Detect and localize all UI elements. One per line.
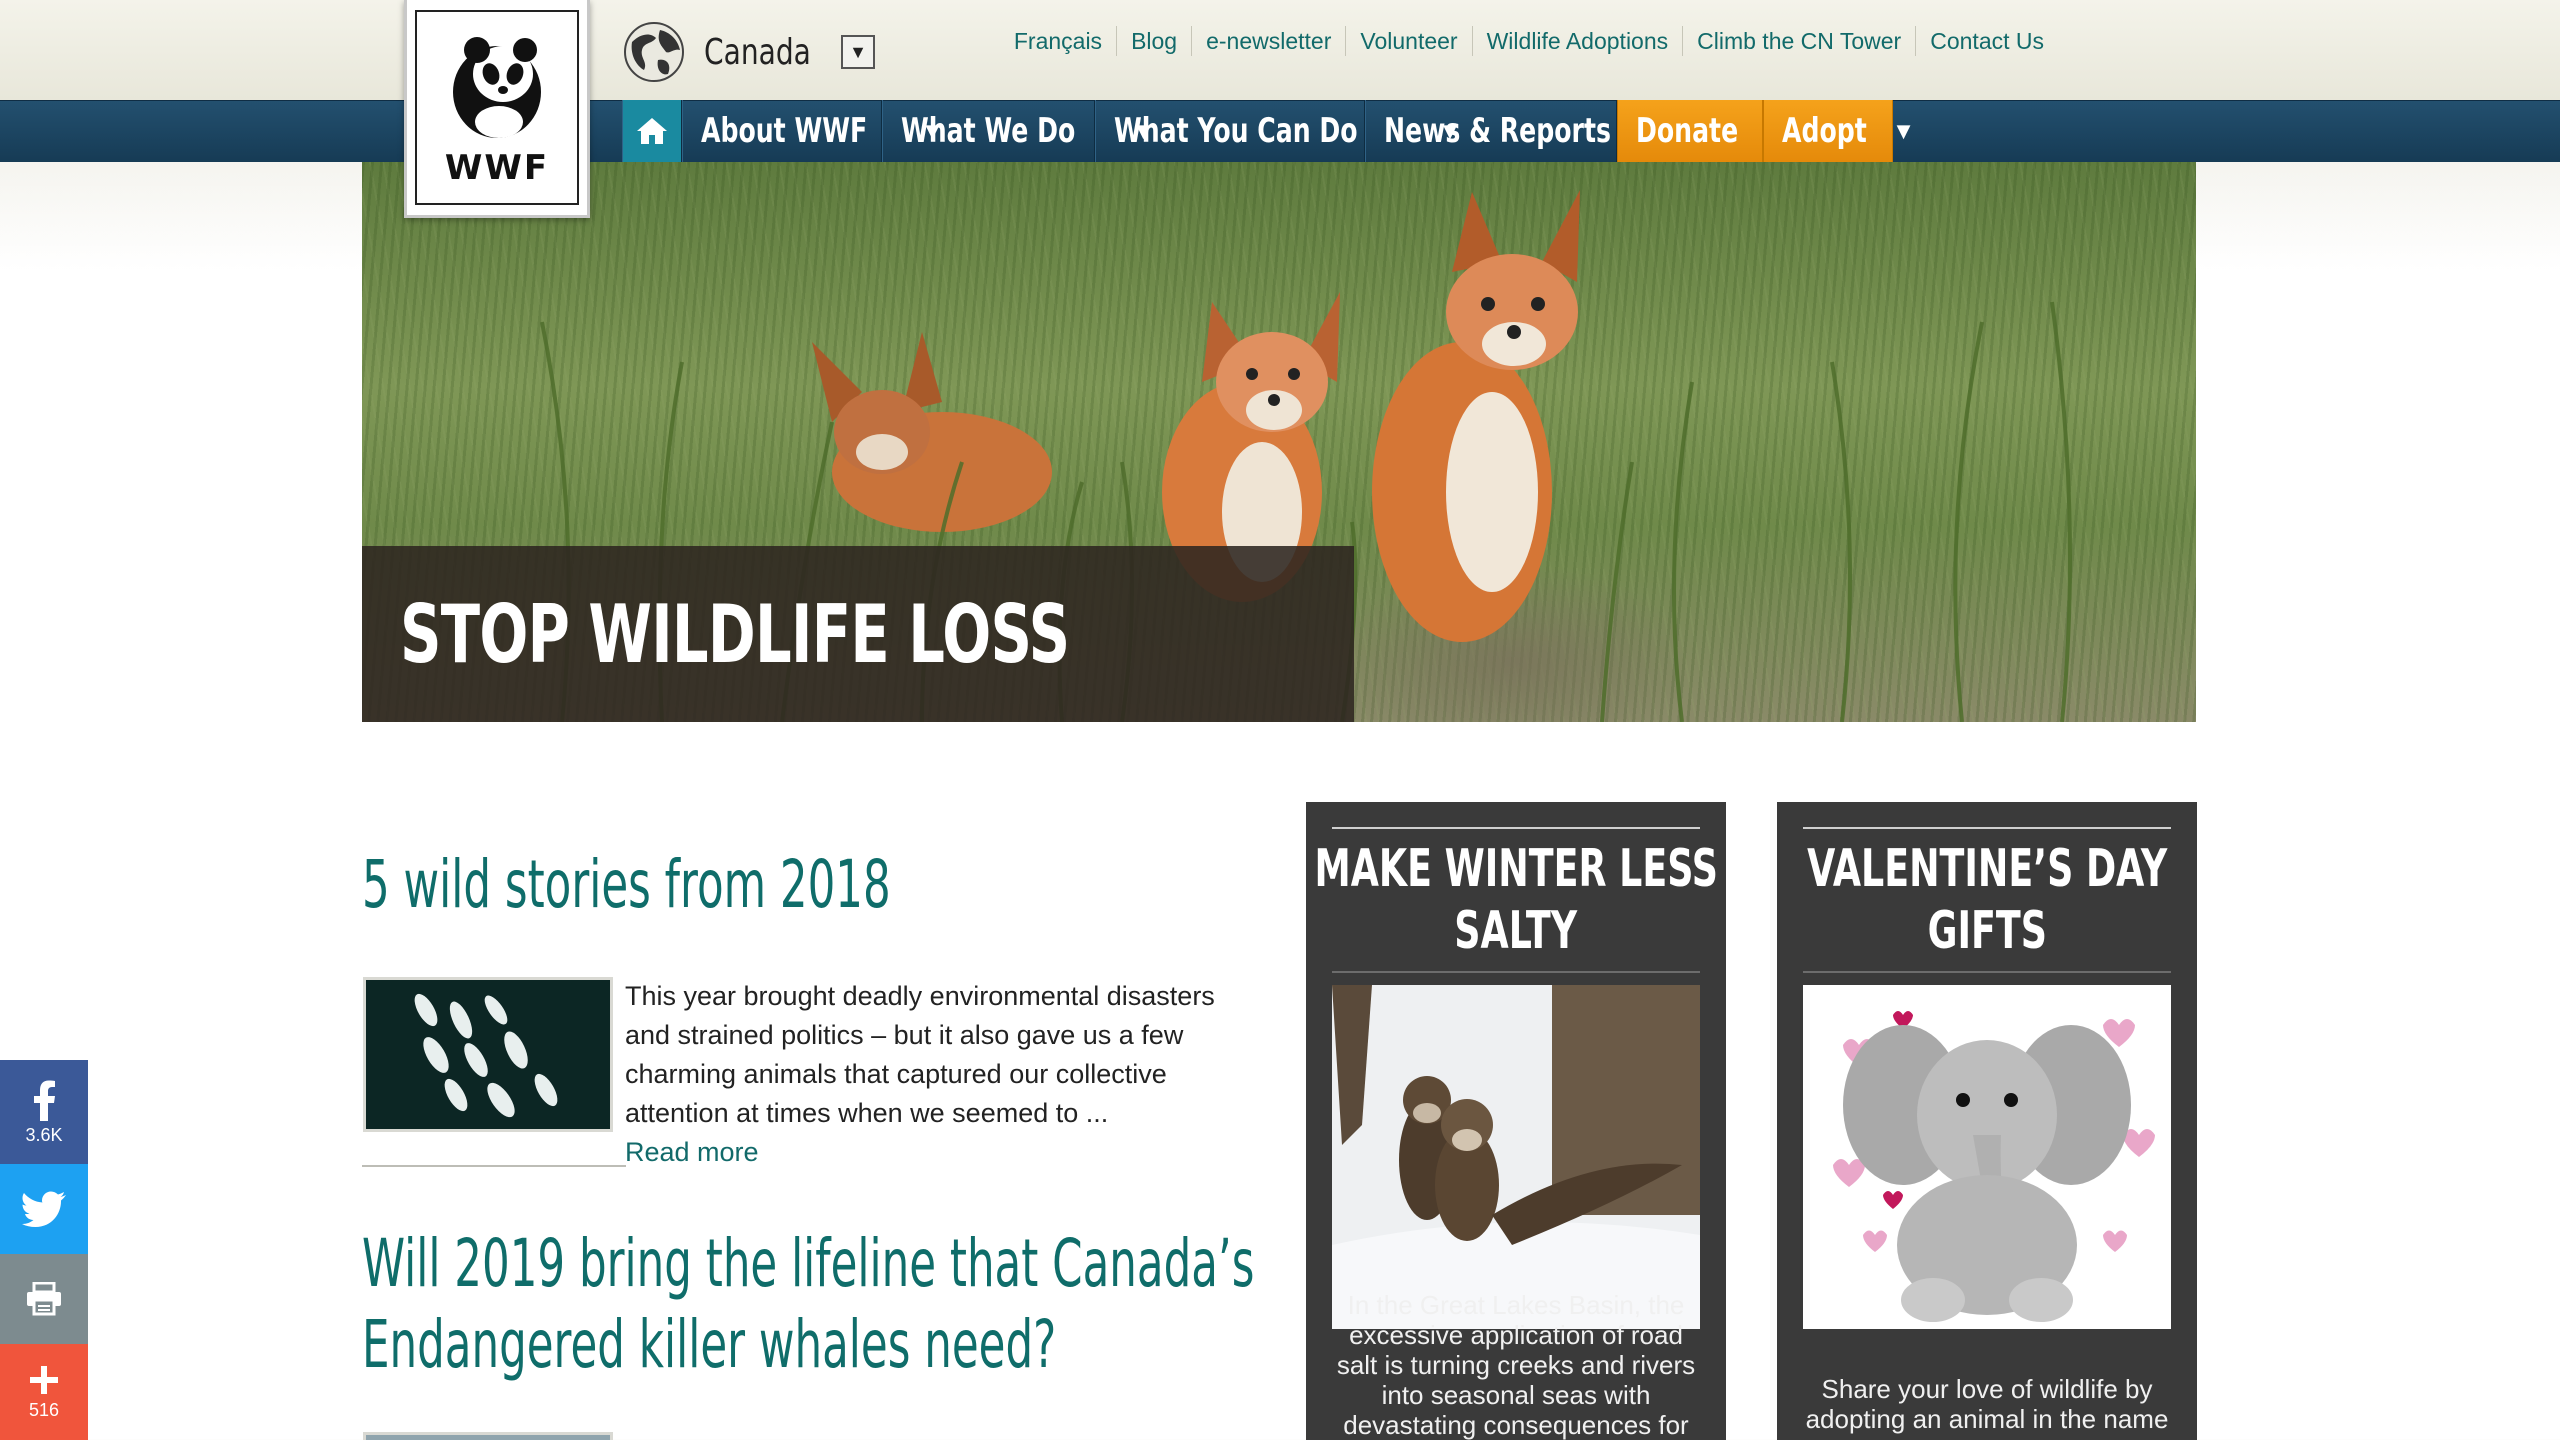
- nav-label: About WWF: [701, 111, 868, 151]
- promo-title-line-1: MAKE WINTER LESS: [1314, 839, 1718, 899]
- article-excerpt: This year brought deadly environmental d…: [625, 981, 1215, 1128]
- article-excerpt-block: This year brought deadly environmental d…: [625, 977, 1255, 1172]
- logo-wordmark: WWF: [444, 148, 550, 188]
- link-contact-us[interactable]: Contact Us: [1915, 26, 2058, 56]
- article-title-line-1[interactable]: Will 2019 bring the lifeline that Canada…: [362, 1225, 1254, 1302]
- hero-title: STOP WILDLIFE LOSS: [400, 587, 1070, 681]
- link-blog[interactable]: Blog: [1116, 26, 1191, 56]
- promo-title-line-2: SALTY: [1454, 901, 1578, 961]
- nav-about-wwf[interactable]: About WWF ▼: [682, 100, 939, 162]
- promo-card-winter-salt[interactable]: MAKE WINTER LESS SALTY In the Great Lake…: [1306, 802, 1726, 1440]
- article-thumbnail[interactable]: [363, 977, 613, 1132]
- nav-what-you-can-do[interactable]: What You Can Do ▼: [1095, 100, 1457, 162]
- belugas-image: [366, 980, 610, 1129]
- promo-card-valentines[interactable]: VALENTINE’S DAY GIFTS Share your love of…: [1777, 802, 2197, 1440]
- promo-title-line-2: GIFTS: [1927, 901, 2047, 961]
- region-switcher[interactable]: Canada ▼: [622, 20, 875, 84]
- chevron-down-icon: ▼: [1896, 120, 1911, 142]
- article-divider: [362, 1165, 626, 1167]
- region-dropdown-button[interactable]: ▼: [841, 35, 875, 69]
- nav-label: What You Can Do: [1114, 111, 1358, 151]
- link-climb-cn-tower[interactable]: Climb the CN Tower: [1682, 26, 1915, 56]
- hero-caption[interactable]: STOP WILDLIFE LOSS: [362, 546, 1354, 722]
- link-e-newsletter[interactable]: e-newsletter: [1191, 26, 1345, 56]
- print-icon: [27, 1282, 61, 1316]
- utility-links: Français Blog e-newsletter Volunteer Wil…: [1000, 26, 2058, 56]
- plush-elephant-image: [1803, 985, 2171, 1329]
- nav-adopt[interactable]: Adopt ▼: [1763, 100, 1910, 162]
- link-volunteer[interactable]: Volunteer: [1345, 26, 1471, 56]
- nav-donate[interactable]: Donate ▼: [1617, 100, 1788, 162]
- region-label: Canada: [704, 31, 811, 73]
- article-title[interactable]: 5 wild stories from 2018: [362, 846, 891, 923]
- facebook-icon: [34, 1080, 55, 1121]
- article-thumbnail[interactable]: [363, 1432, 613, 1440]
- more-share-count: 516: [28, 1399, 60, 1420]
- link-francais[interactable]: Français: [1000, 26, 1116, 56]
- facebook-share-button[interactable]: 3.6K: [0, 1060, 88, 1164]
- home-icon: [637, 118, 667, 144]
- nav-label: Adopt: [1782, 111, 1867, 151]
- nav-home-button[interactable]: [622, 100, 682, 162]
- promo-title-line-1: VALENTINE’S DAY: [1806, 839, 2168, 899]
- logo-frame: WWF: [415, 10, 579, 205]
- nav-label: News & Reports: [1384, 111, 1611, 151]
- article-title-line-2[interactable]: Endangered killer whales need?: [362, 1306, 1056, 1383]
- globe-icon: [624, 22, 684, 82]
- twitter-icon: [22, 1191, 66, 1227]
- print-button[interactable]: [0, 1254, 88, 1344]
- read-more-link[interactable]: Read more: [625, 1133, 1255, 1172]
- twitter-share-button[interactable]: [0, 1164, 88, 1254]
- promo-header: VALENTINE’S DAY GIFTS: [1803, 827, 2171, 973]
- promo-header: MAKE WINTER LESS SALTY: [1314, 827, 1718, 973]
- otters-image: [1332, 985, 1700, 1329]
- nav-label: What We Do: [901, 111, 1076, 151]
- wwf-logo[interactable]: WWF: [404, 0, 590, 218]
- plus-icon: [30, 1365, 58, 1394]
- nav-news-reports[interactable]: News & Reports ▼: [1365, 100, 1705, 162]
- link-wildlife-adoptions[interactable]: Wildlife Adoptions: [1471, 26, 1683, 56]
- nav-what-we-do[interactable]: What We Do ▼: [882, 100, 1150, 162]
- promo-description: Share your love of wildlife by adopting …: [1805, 1374, 2169, 1434]
- promo-description: In the Great Lakes Basin, the excessive …: [1336, 1290, 1696, 1440]
- more-share-button[interactable]: 516: [0, 1344, 88, 1440]
- main-nav: About WWF ▼ What We Do ▼ What You Can Do…: [622, 100, 1910, 162]
- panda-icon: [453, 37, 541, 138]
- hero-banner[interactable]: STOP WILDLIFE LOSS: [362, 162, 2196, 722]
- nav-label: Donate: [1636, 111, 1739, 151]
- facebook-share-count: 3.6K: [25, 1124, 63, 1145]
